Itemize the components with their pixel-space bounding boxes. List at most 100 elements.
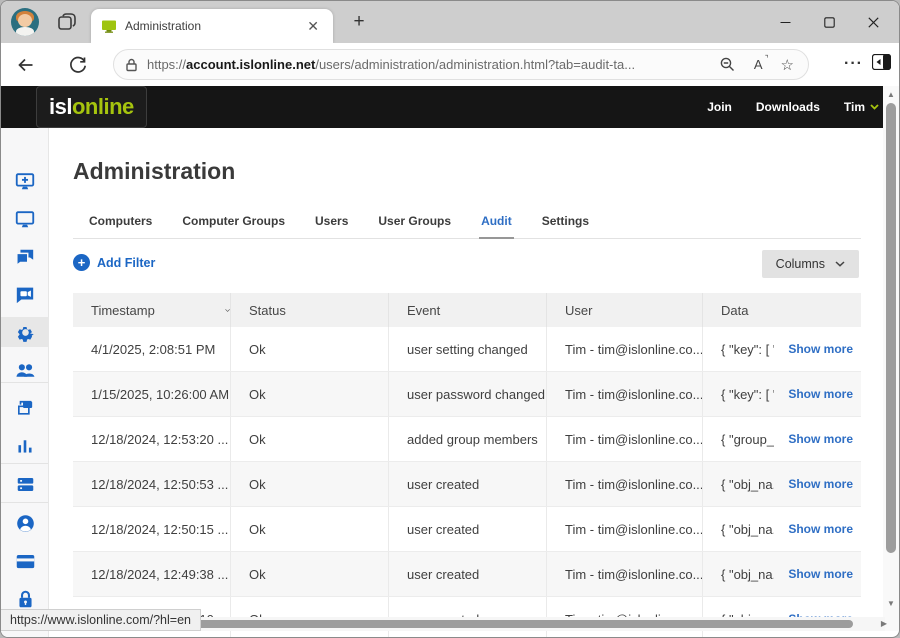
cell-timestamp: 12/18/2024, 12:50:53 ... [73,462,231,506]
cell-event: user password changed [389,372,547,416]
cell-event: added group members [389,417,547,461]
column-header-data[interactable]: Data [703,293,861,327]
table-row[interactable]: 1/15/2025, 10:26:00 AM Ok user password … [73,372,861,417]
admin-tabs: Computers Computer Groups Users User Gro… [73,208,861,239]
table-row[interactable]: 12/18/2024, 12:50:53 ... Ok user created… [73,462,861,507]
minimize-button[interactable] [763,7,807,37]
cell-user: Tim - tim@islonline.co... [547,417,703,461]
tab-computer-groups[interactable]: Computer Groups [180,208,287,239]
sidebar-modules-icon[interactable] [1,470,49,498]
table-row[interactable]: 12/18/2024, 12:49:38 ... Ok user created… [73,552,861,597]
sidebar-billing-icon[interactable] [1,547,49,575]
cell-data: { "obj_na...Show more [703,552,861,596]
cell-user: Tim - tim@islonline.co... [547,372,703,416]
audit-toolbar: + Add Filter Columns [73,250,861,286]
cell-timestamp: 1/15/2025, 10:26:00 AM [73,372,231,416]
app-sidebar [1,128,49,638]
cell-data: { "key": [ "...Show more [703,327,861,371]
sidebar-sessions-icon[interactable] [1,394,49,422]
favorites-star-icon[interactable]: ☆ [781,56,794,74]
vertical-scroll-thumb[interactable] [886,103,896,553]
table-row[interactable]: 12/18/2024, 12:53:20 ... Ok added group … [73,417,861,462]
scroll-up-icon[interactable]: ▲ [883,90,899,99]
user-menu[interactable]: Tim [844,100,879,114]
tab-users[interactable]: Users [313,208,350,239]
back-button[interactable] [9,48,43,82]
cell-status: Ok [231,372,389,416]
cell-data: { "obj_na...Show more [703,462,861,506]
sort-chevron-icon[interactable] [225,307,230,314]
column-header-status[interactable]: Status [231,293,389,327]
column-header-event[interactable]: Event [389,293,547,327]
sidebar-add-computer-icon[interactable] [1,167,49,195]
chevron-down-icon [835,261,845,267]
column-header-timestamp[interactable]: Timestamp [73,293,231,327]
nav-link-downloads[interactable]: Downloads [756,100,820,114]
sidebar-reports-icon[interactable] [1,432,49,460]
chevron-down-icon [870,104,879,110]
sidebar-video-chat-icon[interactable] [1,280,49,308]
cell-status: Ok [231,552,389,596]
cell-timestamp: 4/1/2025, 2:08:51 PM [73,327,231,371]
show-more-link[interactable]: Show more [788,477,853,491]
url-field[interactable]: https://account.islonline.net/users/admi… [113,49,809,80]
islonline-logo[interactable]: islonline [36,86,147,128]
cell-event: user setting changed [389,327,547,371]
sidebar-chat-icon[interactable] [1,243,49,271]
columns-button[interactable]: Columns [762,250,859,278]
window-controls [763,1,895,43]
link-status-tooltip: https://www.islonline.com/?hl=en [1,609,201,631]
sidebar-panel-icon[interactable] [872,54,891,70]
show-more-link[interactable]: Show more [788,342,853,356]
cell-timestamp: 12/18/2024, 12:53:20 ... [73,417,231,461]
lock-icon[interactable] [124,57,139,73]
close-window-button[interactable] [851,7,895,37]
table-row[interactable]: 4/1/2025, 2:08:51 PM Ok user setting cha… [73,327,861,372]
vertical-scrollbar[interactable]: ▲ ▼ [883,86,899,631]
workspaces-icon[interactable] [56,11,78,33]
sidebar-users-icon[interactable] [1,356,49,384]
new-tab-button[interactable]: + [346,11,372,33]
cell-status: Ok [231,507,389,551]
scroll-down-icon[interactable]: ▼ [883,599,899,608]
sidebar-computers-icon[interactable] [1,205,49,233]
maximize-button[interactable] [807,7,851,37]
show-more-link[interactable]: Show more [788,387,853,401]
sidebar-account-icon[interactable] [1,509,49,537]
plus-circle-icon: + [73,254,90,271]
tab-computers[interactable]: Computers [87,208,154,239]
tab-close-icon[interactable]: ✕ [303,18,323,35]
table-row[interactable]: 12/18/2024, 12:50:15 ... Ok user created… [73,507,861,552]
add-filter-button[interactable]: + Add Filter [73,254,155,271]
show-more-link[interactable]: Show more [788,567,853,581]
sidebar-settings-icon[interactable] [1,317,49,347]
browser-tab-strip: Administration ✕ + [1,1,900,43]
add-filter-label: Add Filter [97,256,155,270]
table-header-row: Timestamp Status Event User Data [73,293,861,327]
user-name: Tim [844,100,865,114]
tab-audit[interactable]: Audit [479,208,514,239]
nav-link-join[interactable]: Join [707,100,732,114]
tab-user-groups[interactable]: User Groups [376,208,453,239]
zoom-out-icon[interactable] [719,56,736,73]
read-aloud-icon[interactable]: A⌝ [754,57,763,72]
audit-table: Timestamp Status Event User Data 4/1/202… [73,293,861,638]
cell-user: Tim - tim@islonline.co... [547,327,703,371]
browser-tab-administration[interactable]: Administration ✕ [91,9,333,43]
column-header-user[interactable]: User [547,293,703,327]
show-more-link[interactable]: Show more [788,522,853,536]
browser-window: Administration ✕ + [0,0,900,638]
cell-user: Tim - tim@islonline.co... [547,552,703,596]
cell-event: user created [389,507,547,551]
browser-address-bar: https://account.islonline.net/users/admi… [1,43,900,86]
logo-online-text: online [72,94,134,120]
tab-settings[interactable]: Settings [540,208,591,239]
cell-status: Ok [231,417,389,461]
show-more-link[interactable]: Show more [788,432,853,446]
refresh-button[interactable] [61,48,95,82]
browser-menu-icon[interactable]: ··· [844,55,863,73]
browser-profile-avatar[interactable] [11,8,39,36]
main-content: Administration Computers Computer Groups… [49,128,885,638]
scroll-right-icon[interactable]: ▶ [881,619,887,628]
url-text[interactable]: https://account.islonline.net/users/admi… [147,57,719,72]
